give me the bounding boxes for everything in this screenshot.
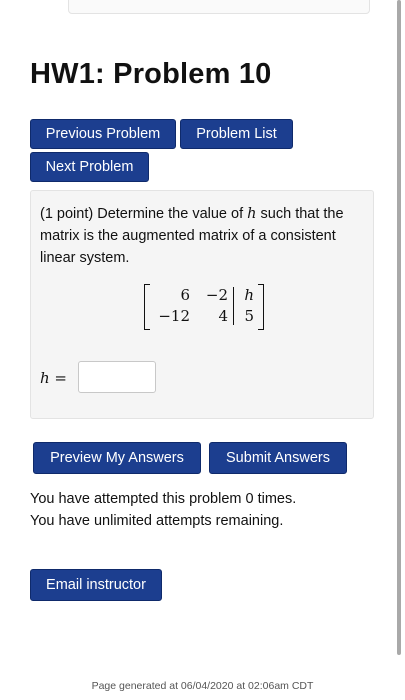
matrix-cell: −12: [158, 307, 190, 325]
submit-answers-button[interactable]: Submit Answers: [209, 442, 347, 474]
matrix-cell: 6: [180, 286, 190, 304]
problem-text: Determine the value of: [97, 206, 244, 222]
matrix-cell: −2: [205, 286, 228, 304]
matrix-cell: h: [244, 286, 254, 304]
attempt-status: You have attempted this problem 0 times.…: [30, 488, 296, 532]
problem-statement: (1 point) Determine the value of h such …: [40, 203, 365, 269]
matrix-cell: 5: [244, 307, 254, 325]
top-panel: [68, 0, 370, 14]
matrix-augment-line: [233, 287, 234, 325]
next-problem-button[interactable]: Next Problem: [30, 152, 149, 182]
answer-label: h =: [40, 369, 67, 387]
preview-answers-button[interactable]: Preview My Answers: [33, 442, 201, 474]
previous-problem-button[interactable]: Previous Problem: [30, 119, 176, 149]
email-instructor-button[interactable]: Email instructor: [30, 569, 162, 601]
attempts-line: You have attempted this problem 0 times.: [30, 491, 297, 507]
remaining-line: You have unlimited attempts remaining.: [30, 513, 284, 529]
scrollbar[interactable]: [397, 0, 401, 655]
problem-points: (1 point): [40, 206, 94, 222]
page-title: HW1: Problem 10: [30, 58, 272, 90]
problem-list-button[interactable]: Problem List: [180, 119, 293, 149]
problem-variable: h: [247, 206, 257, 222]
augmented-matrix: 6 −2 h −12 4 5: [144, 284, 264, 330]
matrix-cell: 4: [218, 307, 228, 325]
problem-panel: (1 point) Determine the value of h such …: [30, 190, 374, 419]
answer-input[interactable]: [78, 361, 156, 393]
page-footer: Page generated at 06/04/2020 at 02:06am …: [91, 680, 314, 692]
matrix-right-bracket: [258, 284, 264, 330]
